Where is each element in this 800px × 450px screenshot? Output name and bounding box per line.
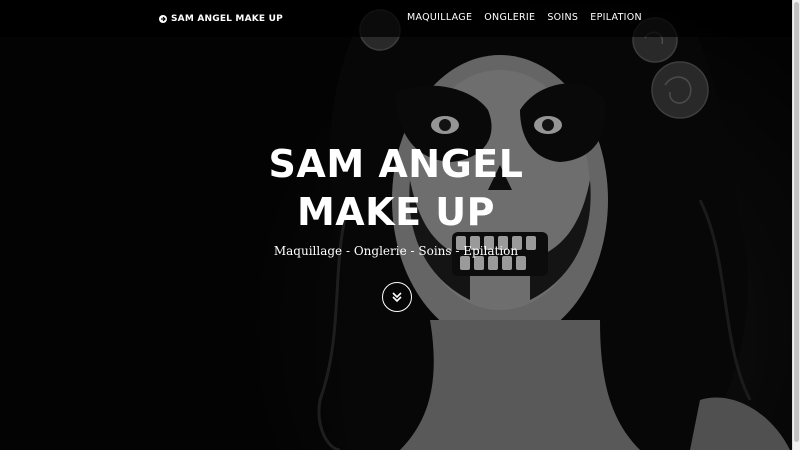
hero-subtitle: Maquillage - Onglerie - Soins - Epilatio… xyxy=(273,244,519,258)
circle-arrow-icon xyxy=(159,15,167,23)
brand-name: SAM ANGEL MAKE UP xyxy=(171,14,283,24)
double-chevron-down-icon xyxy=(391,288,403,307)
top-navbar: SAM ANGEL MAKE UP MAQUILLAGE ONGLERIE SO… xyxy=(0,0,792,37)
main-nav: MAQUILLAGE ONGLERIE SOINS EPILATION xyxy=(407,12,642,23)
brand-logo-link[interactable]: SAM ANGEL MAKE UP xyxy=(159,12,283,26)
nav-item-onglerie[interactable]: ONGLERIE xyxy=(484,12,535,23)
page-scrollbar[interactable] xyxy=(792,0,800,450)
scrollbar-thumb[interactable] xyxy=(794,2,799,442)
nav-item-maquillage[interactable]: MAQUILLAGE xyxy=(407,12,472,23)
nav-item-soins[interactable]: SOINS xyxy=(547,12,578,23)
hero-title-line2: MAKE UP xyxy=(296,190,496,234)
hero-title-line1: SAM ANGEL xyxy=(268,142,524,186)
scroll-down-button[interactable] xyxy=(382,282,412,312)
nav-item-epilation[interactable]: EPILATION xyxy=(590,12,642,23)
hero-title: SAM ANGEL MAKE UP xyxy=(196,140,596,236)
